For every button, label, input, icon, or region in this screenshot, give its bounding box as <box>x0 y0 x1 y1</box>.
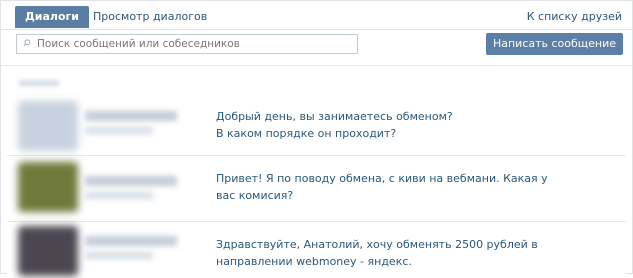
search-icon <box>23 39 31 47</box>
search-placeholder: Поиск сообщений или собеседников <box>37 38 240 50</box>
search-bar: Поиск сообщений или собеседников Написат… <box>1 30 632 66</box>
message-line: Привет! Я по поводу обмена, с киви на ве… <box>216 172 548 185</box>
message-line: направлении webmoney - яндекс. <box>216 255 412 268</box>
friends-list-link[interactable]: К списку друзей <box>527 6 622 28</box>
blurred-list-header <box>19 80 59 86</box>
blurred-contact-date <box>85 192 153 199</box>
avatar[interactable] <box>18 162 78 212</box>
tab-bar: Диалоги Просмотр диалогов К списку друзе… <box>1 1 632 30</box>
message-preview[interactable]: Добрый день, вы занимаетесь обменом? В к… <box>216 108 546 142</box>
blurred-contact-name <box>85 111 177 121</box>
dialog-row[interactable]: Добрый день, вы занимаетесь обменом? В к… <box>7 95 626 156</box>
message-line: Здравствуйте, Анатолий, хочу обменять 25… <box>216 238 538 251</box>
dialog-list: Добрый день, вы занимаетесь обменом? В к… <box>1 66 632 278</box>
message-preview[interactable]: Привет! Я по поводу обмена, с киви на ве… <box>216 170 548 204</box>
blurred-contact-date <box>85 252 153 259</box>
dialogs-page: Диалоги Просмотр диалогов К списку друзе… <box>0 0 633 278</box>
blurred-contact-date <box>85 127 153 134</box>
avatar[interactable] <box>18 226 78 276</box>
dialog-row[interactable]: Привет! Я по поводу обмена, с киви на ве… <box>7 156 626 222</box>
dialog-row[interactable]: Здравствуйте, Анатолий, хочу обменять 25… <box>7 222 626 278</box>
avatar[interactable] <box>18 101 78 151</box>
blurred-contact-name <box>85 176 177 186</box>
message-preview[interactable]: Здравствуйте, Анатолий, хочу обменять 25… <box>216 236 546 270</box>
write-message-button[interactable]: Написать сообщение <box>486 33 623 55</box>
search-input[interactable]: Поиск сообщений или собеседников <box>16 34 358 54</box>
tab-dialogs[interactable]: Диалоги <box>15 6 89 28</box>
message-line: Добрый день, вы занимаетесь обменом? <box>216 110 453 123</box>
tab-view-dialogs[interactable]: Просмотр диалогов <box>93 6 207 28</box>
message-line: В каком порядке он проходит? <box>216 127 397 140</box>
blurred-contact-name <box>85 236 177 246</box>
message-line: вас комисия? <box>216 189 294 202</box>
